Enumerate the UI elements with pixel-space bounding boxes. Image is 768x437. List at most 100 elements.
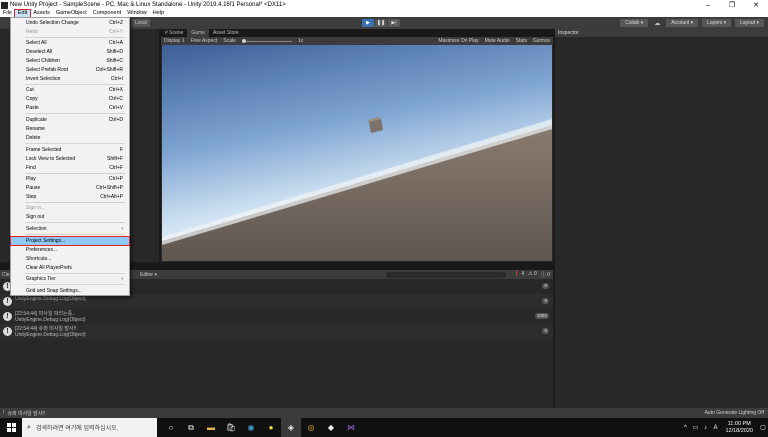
search-icon: ⌕ — [27, 423, 31, 431]
menu-item-shortcuts[interactable]: Shortcuts... — [11, 255, 129, 263]
menu-separator — [25, 273, 125, 274]
menu-item-graphics-tier[interactable]: Graphics Tier › — [11, 275, 129, 283]
edit-menu: Undo Selection Change Ctrl+Z Redo Ctrl+Y S… — [10, 17, 130, 296]
menu-item-play[interactable]: Play Ctrl+P — [11, 175, 129, 183]
tab-asset-store[interactable]: Asset Store — [209, 29, 243, 37]
cloud-icon[interactable]: ☁ — [652, 19, 662, 27]
layers-dropdown[interactable]: Layers ▾ — [702, 19, 732, 27]
aspect-dropdown[interactable]: Free Aspect — [188, 38, 221, 44]
notifications-icon[interactable]: ▢ — [758, 424, 768, 431]
menu-item-frame-selected[interactable]: Frame Selected F — [11, 146, 129, 154]
display-dropdown[interactable]: Display 1 — [161, 38, 188, 44]
menu-item-invert-selection[interactable]: Invert Selection Ctrl+I — [11, 75, 129, 83]
console-search-input[interactable] — [386, 271, 506, 278]
menu-item-sign-out[interactable]: Sign out — [11, 213, 129, 221]
menu-item-redo[interactable]: Redo Ctrl+Y — [11, 28, 129, 36]
menu-edit[interactable]: Edit — [13, 9, 32, 18]
unity-hub-icon[interactable]: ◈ — [281, 418, 301, 437]
menu-item-select-prefab-root[interactable]: Select Prefab Root Ctrl+Shift+R — [11, 66, 129, 74]
menu-item-preferences[interactable]: Preferences... — [11, 246, 129, 254]
menu-item-select-all[interactable]: Select All Ctrl+A — [11, 39, 129, 47]
maximize-on-play-toggle[interactable]: Maximize On Play — [435, 38, 481, 44]
info-icon: ! — [3, 327, 12, 336]
layout-dropdown[interactable]: Layout ▾ — [735, 19, 764, 27]
log-count-toggle[interactable]: ❗ 4 — [514, 271, 524, 278]
task-view-icon[interactable]: ⧉ — [181, 418, 201, 437]
scale-value: 1x — [297, 38, 304, 44]
mute-audio-toggle[interactable]: Mute Audio — [482, 38, 513, 44]
kakaotalk-icon[interactable]: ● — [261, 418, 281, 437]
menu-item-sign-in[interactable]: Sign in... — [11, 204, 129, 212]
menu-item-lock-view[interactable]: Lock View to Selected Shift+F — [11, 155, 129, 163]
collab-button[interactable]: Collab ▾ — [620, 19, 649, 27]
menu-bar: File Edit Assets GameObject Component Wi… — [0, 9, 768, 18]
view-tabs: # Scene Game Asset Store — [161, 29, 553, 37]
language-indicator[interactable]: A — [710, 425, 720, 431]
tab-game[interactable]: Game — [187, 29, 209, 37]
menu-item-clear-playerprefs[interactable]: Clear All PlayerPrefs — [11, 264, 129, 272]
menu-item-rename[interactable]: Rename — [11, 125, 129, 133]
log-row[interactable]: ! [22:54:44] 슈퍼 미사일 발사!! UnityEngine.Debu… — [0, 324, 553, 339]
file-explorer-icon[interactable]: ▬ — [201, 418, 221, 437]
warning-count-toggle[interactable]: ⚠ 0 — [528, 271, 537, 278]
menu-item-delete[interactable]: Delete — [11, 134, 129, 142]
menu-item-paste[interactable]: Paste Ctrl+V — [11, 104, 129, 112]
log-row[interactable]: ! [22:54:44] 미사일 파리는중.. UnityEngine.Debug… — [0, 309, 553, 324]
pause-button[interactable]: ❚❚ — [375, 19, 387, 27]
stats-toggle[interactable]: Stats — [513, 38, 530, 44]
tab-inspector[interactable]: Inspector — [555, 29, 768, 37]
menu-assets[interactable]: Assets — [30, 10, 53, 17]
chevron-up-icon[interactable]: ^ — [680, 425, 690, 431]
menu-separator — [25, 202, 125, 203]
cortana-icon[interactable]: ○ — [161, 418, 181, 437]
unity-icon[interactable]: ◆ — [321, 418, 341, 437]
menu-item-duplicate[interactable]: Duplicate Ctrl+D — [11, 116, 129, 124]
menu-file[interactable]: File — [0, 10, 15, 17]
log-row[interactable]: ! UnityEngine.Debug:Log(Object) 6 — [0, 294, 553, 309]
menu-item-find[interactable]: Find Ctrl+F — [11, 164, 129, 172]
menu-item-selection[interactable]: Selection › — [11, 225, 129, 233]
step-button[interactable]: ▶| — [388, 19, 400, 27]
menu-item-grid-snap-settings[interactable]: Grid and Snap Settings... — [11, 287, 129, 295]
unity-logo-icon — [1, 1, 8, 9]
menu-item-pause[interactable]: Pause Ctrl+Shift+P — [11, 184, 129, 192]
menu-gameobject[interactable]: GameObject — [53, 10, 90, 17]
taskbar-search-input[interactable]: ⌕ 검색하려면 여기에 입력하십시오. — [22, 418, 157, 437]
start-button[interactable] — [0, 418, 22, 437]
menu-item-project-settings[interactable]: Project Settings... — [10, 236, 130, 246]
scale-slider[interactable] — [241, 38, 292, 43]
system-tray: ^ ▭ ♪ A 11:00 PM 12/18/2020 ▢ — [680, 421, 768, 435]
error-count-toggle[interactable]: ⓘ 0 — [541, 271, 550, 278]
windows-logo-icon — [6, 423, 16, 432]
game-options: Maximize On Play Mute Audio Stats Gizmos — [435, 38, 553, 44]
network-icon[interactable]: ▭ — [690, 424, 700, 431]
editor-dropdown[interactable]: Editor ▾ — [140, 272, 157, 278]
menu-component[interactable]: Component — [90, 10, 124, 17]
menu-item-undo[interactable]: Undo Selection Change Ctrl+Z — [11, 19, 129, 27]
game-render-view[interactable] — [162, 45, 552, 261]
windows-taskbar: ⌕ 검색하려면 여기에 입력하십시오. ○ ⧉ ▬ 🛍 ◉ ● ◈ ◎ ◆ ⋈ … — [0, 418, 768, 437]
pivot-local-toggle[interactable]: Local — [132, 19, 150, 27]
menu-window[interactable]: Window — [124, 10, 150, 17]
menu-item-step[interactable]: Step Ctrl+Alt+P — [11, 193, 129, 201]
maximize-button[interactable]: ❐ — [720, 0, 744, 10]
clock[interactable]: 11:00 PM 12/18/2020 — [720, 421, 758, 435]
play-button[interactable]: ▶ — [362, 19, 374, 27]
gizmos-dropdown[interactable]: Gizmos — [530, 38, 553, 44]
volume-icon[interactable]: ♪ — [700, 425, 710, 431]
store-icon[interactable]: 🛍 — [221, 418, 241, 437]
edge-icon[interactable]: ◉ — [241, 418, 261, 437]
scale-label: Scale — [223, 38, 236, 44]
menu-help[interactable]: Help — [150, 10, 167, 17]
menu-separator — [25, 284, 125, 285]
menu-item-deselect-all[interactable]: Deselect All Shift+D — [11, 48, 129, 56]
menu-item-copy[interactable]: Copy Ctrl+C — [11, 95, 129, 103]
visual-studio-icon[interactable]: ⋈ — [341, 418, 361, 437]
account-dropdown[interactable]: Account ▾ — [666, 19, 699, 27]
close-button[interactable]: ✕ — [744, 0, 768, 10]
chrome-icon[interactable]: ◎ — [301, 418, 321, 437]
minimize-button[interactable]: – — [696, 0, 720, 10]
menu-item-select-children[interactable]: Select Children Shift+C — [11, 57, 129, 65]
tab-scene[interactable]: # Scene — [161, 29, 187, 37]
menu-item-cut[interactable]: Cut Ctrl+X — [11, 86, 129, 94]
